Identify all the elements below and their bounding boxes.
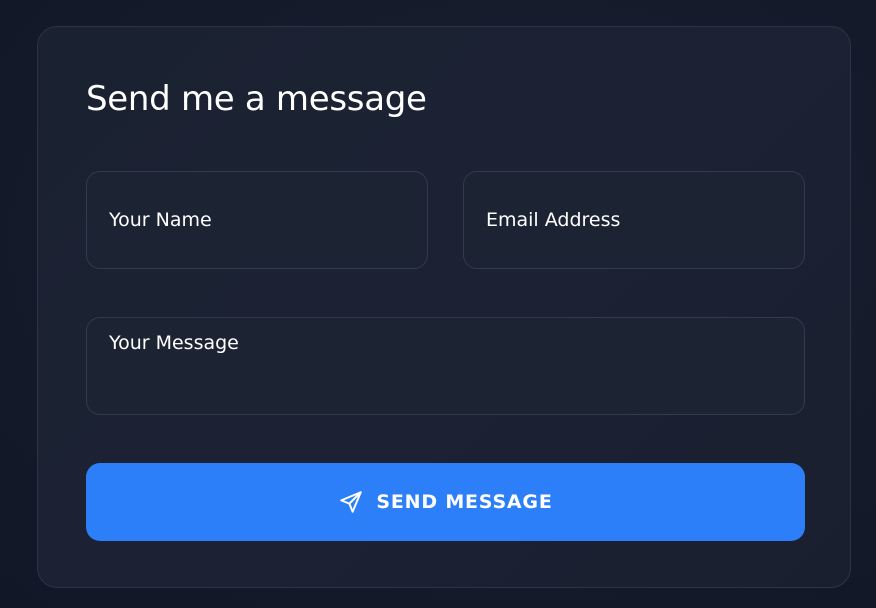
paper-plane-icon [338,489,364,515]
email-input[interactable] [463,171,805,269]
contact-form-card: Send me a message SEND MESSAGE [37,26,851,588]
name-input[interactable] [86,171,428,269]
send-message-button[interactable]: SEND MESSAGE [86,463,805,541]
send-message-label: SEND MESSAGE [376,491,553,513]
form-title: Send me a message [86,79,427,119]
message-textarea[interactable] [86,317,805,415]
